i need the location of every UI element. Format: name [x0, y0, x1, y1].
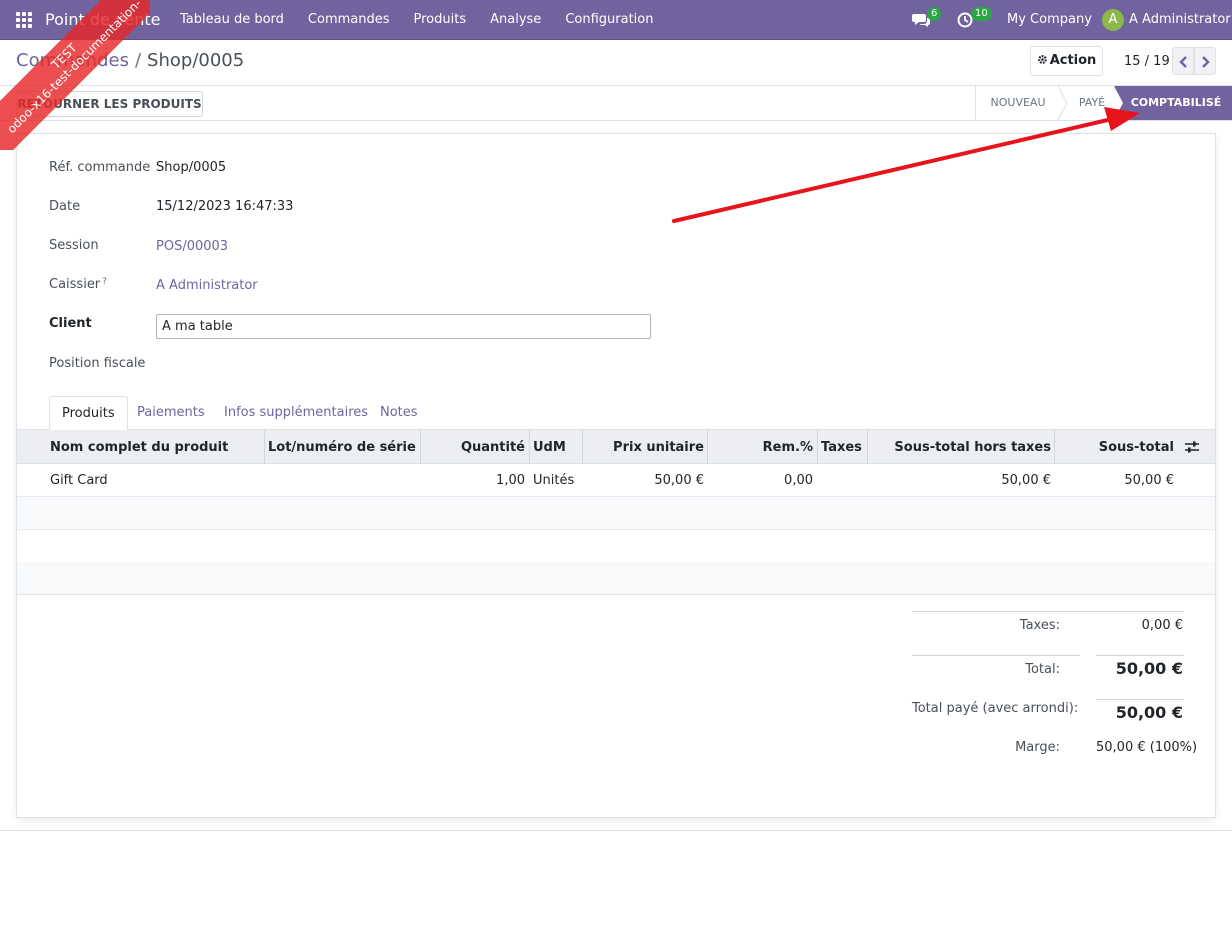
cell-subtotal: 50,00 €: [1124, 473, 1174, 488]
fiscal-position-label: Position fiscale: [49, 356, 146, 371]
tab-payments[interactable]: Paiements: [137, 396, 205, 430]
stage-chevron: [1058, 86, 1068, 120]
col-lot[interactable]: Lot/numéro de série: [268, 440, 416, 455]
apps-grid-icon[interactable]: [16, 12, 32, 28]
tab-notes[interactable]: Notes: [380, 396, 418, 430]
breadcrumb: Commandes / Shop/0005: [16, 50, 244, 71]
breadcrumb-separator: /: [134, 50, 142, 71]
company-switcher[interactable]: My Company: [1007, 12, 1092, 27]
menu-item-orders[interactable]: Commandes: [308, 12, 390, 27]
cell-product: Gift Card: [50, 473, 108, 488]
order-ref-value: Shop/0005: [156, 160, 227, 175]
menu-item-configuration[interactable]: Configuration: [565, 12, 653, 27]
activities-badge: 10: [971, 7, 992, 21]
top-navbar: Point de vente Tableau de bord Commandes…: [0, 0, 1232, 40]
tab-extra-info[interactable]: Infos supplémentaires: [224, 396, 368, 430]
margin-value: 50,00 € (100%): [1096, 740, 1198, 755]
breadcrumb-parent[interactable]: Commandes: [16, 50, 129, 71]
menu-item-dashboard[interactable]: Tableau de bord: [180, 12, 284, 27]
empty-row: [17, 530, 1215, 563]
pager-previous-button[interactable]: [1172, 47, 1194, 75]
pager-value[interactable]: 15 / 19: [1124, 54, 1170, 69]
total-paid-value: 50,00 €: [1115, 703, 1183, 722]
col-uom[interactable]: UdM: [533, 440, 566, 455]
main-menu: Tableau de bord Commandes Produits Analy…: [180, 12, 677, 27]
cashier-label: Caissier?: [49, 277, 107, 292]
pager-next-button[interactable]: [1194, 47, 1216, 75]
cell-uom: Unités: [533, 473, 575, 488]
stage-paid[interactable]: PAYÉ: [1068, 86, 1116, 120]
column-divider: [264, 430, 265, 464]
column-divider: [529, 430, 530, 464]
table-row[interactable]: Gift Card 1,00 Unités 50,00 € 0,00 50,00…: [17, 464, 1215, 497]
empty-row: [17, 497, 1215, 530]
optional-columns-icon[interactable]: [1185, 441, 1199, 453]
menu-item-products[interactable]: Produits: [414, 12, 467, 27]
column-divider: [817, 430, 818, 464]
total-value: 50,00 €: [1115, 659, 1183, 678]
table-bottom-border: [17, 594, 1215, 595]
client-label: Client: [49, 316, 92, 331]
form-statusbar: RETOURNER LES PRODUITS NOUVEAU PAYÉ COMP…: [0, 85, 1232, 121]
session-label: Session: [49, 238, 99, 253]
date-label: Date: [49, 199, 81, 214]
margin-label: Marge:: [1015, 740, 1060, 755]
gear-icon: [1037, 55, 1047, 64]
avatar[interactable]: A: [1102, 9, 1124, 31]
total-label: Total:: [1025, 662, 1060, 677]
tab-products[interactable]: Produits: [49, 396, 128, 430]
cell-unit-price: 50,00 €: [654, 473, 704, 488]
total-paid-label: Total payé (avec arrondi):: [912, 701, 1079, 716]
col-taxes[interactable]: Taxes: [821, 440, 862, 455]
col-subtotal[interactable]: Sous-total: [1054, 440, 1174, 455]
cashier-link[interactable]: A Administrator: [156, 278, 258, 293]
menu-item-reporting[interactable]: Analyse: [490, 12, 541, 27]
chevron-right-icon: [1202, 56, 1210, 68]
order-ref-label: Réf. commande: [49, 160, 151, 175]
action-button[interactable]: Action: [1030, 46, 1103, 76]
taxes-total-label: Taxes:: [1019, 618, 1060, 633]
stage-posted[interactable]: COMPTABILISÉ: [1124, 86, 1228, 120]
col-product[interactable]: Nom complet du produit: [50, 440, 228, 455]
col-subtotal-excl[interactable]: Sous-total hors taxes: [867, 440, 1051, 455]
col-unit-price[interactable]: Prix unitaire: [582, 440, 704, 455]
empty-row: [17, 562, 1215, 595]
app-name[interactable]: Point de vente: [45, 10, 160, 29]
date-value: 15/12/2023 16:47:33: [156, 199, 294, 214]
stage-new[interactable]: NOUVEAU: [976, 86, 1060, 120]
totals-divider: [1096, 699, 1184, 700]
cell-subtotal-excl: 50,00 €: [1001, 473, 1051, 488]
help-icon[interactable]: ?: [102, 277, 107, 287]
session-link[interactable]: POS/00003: [156, 239, 228, 254]
messages-badge: 6: [927, 7, 942, 21]
totals-divider: [912, 611, 1184, 612]
cell-quantity: 1,00: [496, 473, 525, 488]
chevron-left-icon: [1179, 56, 1187, 68]
user-menu[interactable]: A Administrator: [1129, 12, 1231, 27]
breadcrumb-current: Shop/0005: [147, 50, 245, 71]
cell-discount: 0,00: [784, 473, 813, 488]
page: Point de vente Tableau de bord Commandes…: [0, 0, 1232, 939]
taxes-total-value: 0,00 €: [1141, 618, 1183, 633]
col-discount[interactable]: Rem.%: [707, 440, 813, 455]
totals-divider: [912, 655, 1080, 656]
totals-divider: [1096, 655, 1184, 656]
col-quantity[interactable]: Quantité: [420, 440, 525, 455]
page-bottom-border: [0, 830, 1232, 831]
cashier-label-text: Caissier: [49, 277, 101, 292]
action-label: Action: [1049, 53, 1097, 68]
return-products-button[interactable]: RETOURNER LES PRODUITS: [16, 91, 203, 117]
order-lines-header: Nom complet du produit Lot/numéro de sér…: [17, 430, 1215, 464]
client-field[interactable]: A ma table: [156, 314, 651, 339]
